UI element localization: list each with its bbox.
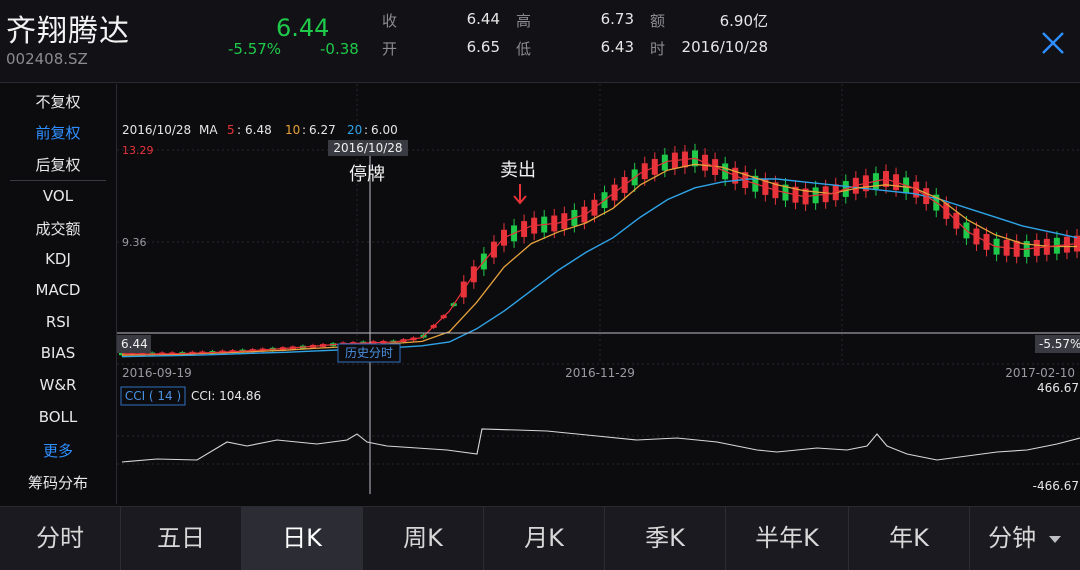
cci-value: CCI: 104.86	[191, 389, 261, 403]
tab-yearly-k[interactable]: 年K	[849, 507, 970, 570]
sidebar-divider	[10, 180, 106, 181]
ma5-label: 5	[227, 123, 235, 137]
x-label-end: 2017-02-10	[1005, 366, 1075, 380]
quote-header: 齐翔腾达 002408.SZ 6.44 -5.57% -0.38 收 6.44 …	[0, 0, 1080, 83]
ma20-label: 20	[347, 123, 362, 137]
sidebar-item-wr[interactable]: W&R	[0, 376, 116, 394]
last-price: 6.44	[276, 14, 330, 42]
dropdown-arrow-icon	[1048, 536, 1061, 543]
tab-minute[interactable]: 分钟	[970, 507, 1080, 570]
y-max-label: 13.29	[122, 144, 154, 157]
stock-code: 002408.SZ	[6, 50, 88, 68]
high-label: 高	[516, 12, 532, 30]
indicator-sidebar: 不复权 前复权 后复权 VOL 成交额 KDJ MACD RSI BIAS W&…	[0, 84, 117, 504]
crosshair-date: 2016/10/28	[333, 141, 402, 155]
tab-intraday[interactable]: 分时	[0, 507, 121, 570]
sell-arrow-icon	[513, 184, 527, 205]
ma20-colon: :	[364, 123, 368, 137]
tab-minute-label: 分钟	[988, 524, 1037, 552]
tab-weekly-k[interactable]: 周K	[363, 507, 484, 570]
x-label-mid: 2016-11-29	[565, 366, 635, 380]
amount-value: 6.90亿	[719, 12, 768, 30]
sidebar-item-chip-distribution[interactable]: 筹码分布	[0, 472, 116, 493]
time-value: 2016/10/28	[681, 38, 768, 56]
open-value: 6.65	[466, 38, 500, 56]
cci-min-label: -466.67	[1033, 479, 1079, 493]
close-label: 收	[382, 12, 398, 30]
change-amount: -0.38	[320, 40, 359, 58]
close-value: 6.44	[466, 10, 500, 28]
sidebar-item-forward-adjust[interactable]: 前复权	[0, 122, 116, 143]
period-tabs: 分时 五日 日K 周K 月K 季K 半年K 年K 分钟	[0, 506, 1080, 570]
cci-indicator-label[interactable]: CCI ( 14 )	[125, 389, 181, 403]
grid	[117, 84, 1080, 465]
ma5-colon: :	[237, 123, 241, 137]
sidebar-item-boll[interactable]: BOLL	[0, 408, 116, 426]
ma20-value: 6.00	[371, 123, 398, 137]
sidebar-item-rsi[interactable]: RSI	[0, 313, 116, 331]
crosshair-price: 6.44	[121, 337, 148, 351]
tab-monthly-k[interactable]: 月K	[484, 507, 605, 570]
history-intraday-button[interactable]: 历史分时	[345, 346, 393, 360]
stock-name: 齐翔腾达	[6, 14, 130, 49]
ma10-value: 6.27	[309, 123, 336, 137]
ma10-colon: :	[302, 123, 306, 137]
tab-half-year-k[interactable]: 半年K	[726, 507, 849, 570]
x-label-start: 2016-09-19	[122, 366, 192, 380]
ma10-label: 10	[285, 123, 300, 137]
open-label: 开	[382, 40, 398, 58]
amount-label: 额	[650, 12, 666, 30]
sidebar-item-macd[interactable]: MACD	[0, 281, 116, 299]
crosshair-pct: -5.57%	[1039, 337, 1080, 351]
time-label: 时	[650, 40, 666, 58]
halt-annotation: 停牌	[349, 164, 385, 185]
low-value: 6.43	[600, 38, 634, 56]
ma-label: MA	[199, 123, 218, 137]
sidebar-item-no-adjust[interactable]: 不复权	[0, 91, 116, 112]
sidebar-item-backward-adjust[interactable]: 后复权	[0, 154, 116, 175]
y-mid-label: 9.36	[122, 236, 147, 249]
ma5-value: 6.48	[245, 123, 272, 137]
close-icon[interactable]	[1040, 30, 1066, 56]
tab-quarterly-k[interactable]: 季K	[605, 507, 726, 570]
kline-chart[interactable]: 2016/10/28 MA 5 : 6.48 10 : 6.27 20 : 6.…	[117, 84, 1080, 504]
sell-annotation: 卖出	[500, 160, 536, 181]
cci-max-label: 466.67	[1037, 381, 1079, 395]
sidebar-item-vol[interactable]: VOL	[0, 187, 116, 205]
low-label: 低	[516, 40, 532, 58]
sidebar-item-kdj[interactable]: KDJ	[0, 250, 116, 268]
sidebar-item-more[interactable]: 更多	[0, 440, 116, 461]
cci-line	[121, 428, 1080, 463]
tab-five-day[interactable]: 五日	[121, 507, 242, 570]
info-date: 2016/10/28	[122, 123, 191, 137]
tab-daily-k[interactable]: 日K	[242, 507, 363, 570]
sidebar-item-bias[interactable]: BIAS	[0, 344, 116, 362]
change-percent: -5.57%	[228, 40, 282, 58]
high-value: 6.73	[600, 10, 634, 28]
sidebar-item-turnover[interactable]: 成交额	[0, 218, 116, 239]
